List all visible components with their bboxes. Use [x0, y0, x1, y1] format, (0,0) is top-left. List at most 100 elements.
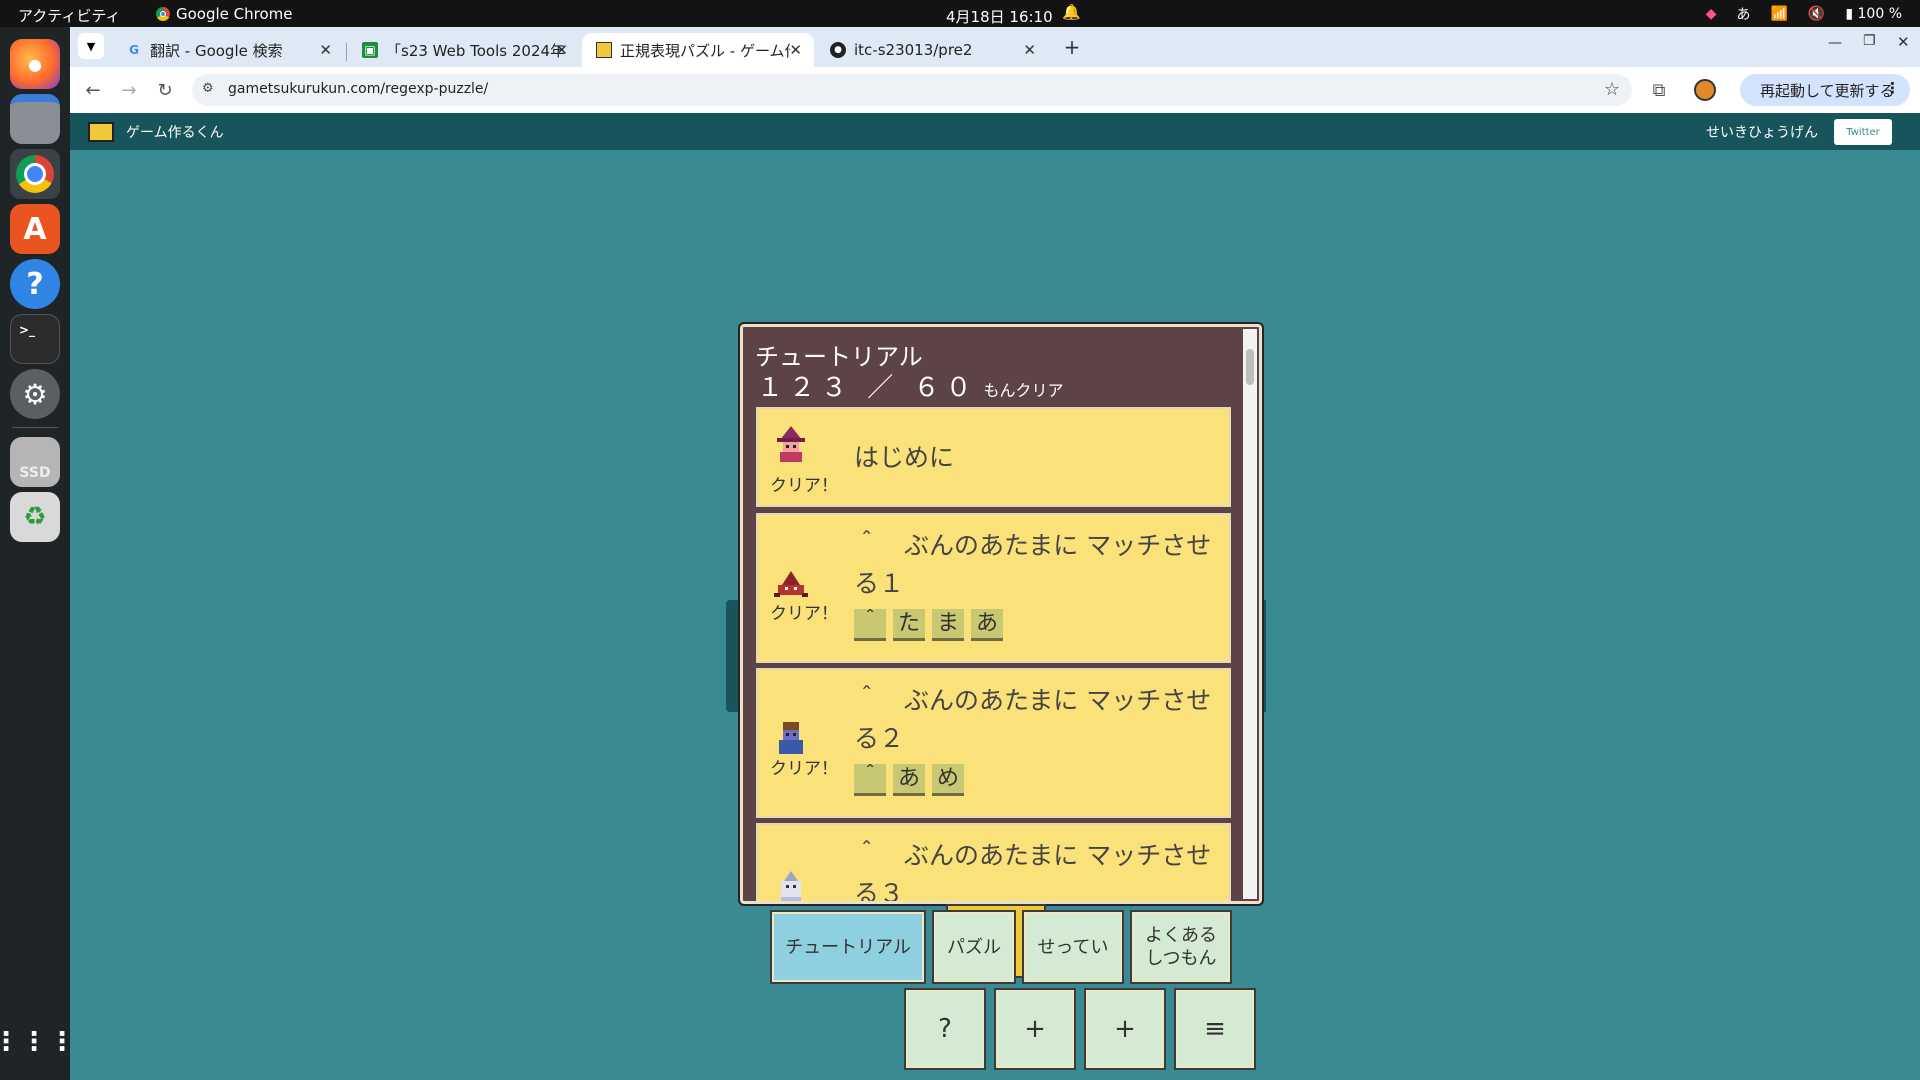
tab-faq[interactable]: よくある しつもん [1130, 910, 1232, 984]
char-chip: ＾ [854, 609, 886, 641]
game-icon [596, 42, 612, 58]
reload-icon: ↻ [157, 79, 173, 101]
site-logo[interactable] [88, 122, 114, 142]
plus-icon: + [1063, 35, 1081, 59]
tab-web-tools[interactable]: ▣ 「s23 Web Tools 2024年 ✕ [348, 33, 580, 67]
forward-button[interactable]: → [118, 79, 140, 101]
example-chips: ＾ たまあ [854, 609, 1010, 641]
lesson-item[interactable]: クリア！ ＾ ぶんのあたまに マッチさせる２ ＾ あめ [756, 668, 1231, 818]
clear-status: クリア！ [770, 759, 838, 779]
lesson-title: ＾ ぶんのあたまに マッチさせる１ [854, 531, 1212, 598]
more-menu-icon[interactable]: ⋮ [1885, 79, 1900, 97]
dock-separator [12, 427, 58, 428]
panel-scrollbar[interactable] [1243, 329, 1257, 899]
profile-avatar[interactable] [1694, 79, 1716, 101]
wifi-icon[interactable]: 📶 [1770, 6, 1787, 22]
battery-percent: 100 % [1857, 6, 1902, 22]
tab-title: itc-s23013/pre2 [854, 41, 973, 59]
minimize-icon: — [1828, 35, 1842, 51]
classroom-icon: ▣ [362, 42, 378, 58]
char-chip: た [893, 609, 925, 641]
back-button[interactable]: ← [82, 79, 104, 101]
tab-tutorial[interactable]: チュートリアル [770, 910, 926, 984]
color-picker-icon[interactable]: ◆ [1706, 6, 1717, 22]
extensions-button[interactable]: ⧉ [1648, 79, 1670, 101]
zoom-in-button[interactable]: + [994, 988, 1076, 1070]
ghost-character-icon [772, 867, 810, 901]
tab-puzzle[interactable]: パズル [932, 910, 1016, 984]
close-icon[interactable]: ✕ [789, 41, 802, 59]
example-chips: ＾ あめ [854, 764, 971, 796]
google-icon: G [129, 43, 139, 57]
panel-right-edge [1262, 600, 1266, 712]
clock[interactable]: 4月18日 16:10 [946, 6, 1053, 27]
firefox-icon[interactable]: ● [10, 39, 60, 89]
active-app-indicator[interactable]: Google Chrome [156, 5, 293, 23]
site-name-link[interactable]: ゲーム作るくん [126, 122, 224, 142]
browser-toolbar: ← → ↻ ⚙ gametsukurukun.com/regexp-puzzle… [70, 67, 1920, 113]
system-top-bar: アクティビティ Google Chrome 4月18日 16:10 🔔 ◆ あ … [0, 0, 1920, 27]
lesson-item[interactable]: クリア！ はじめに [756, 407, 1231, 507]
chrome-icon[interactable] [10, 149, 60, 199]
site-info-icon[interactable]: ⚙ [202, 81, 214, 96]
reload-button[interactable]: ↻ [154, 79, 176, 101]
tab-google-translate[interactable]: G 翻訳 - Google 検索 ✕ [112, 33, 344, 67]
lesson-item[interactable]: ＾ ぶんのあたまに マッチさせる３ [756, 823, 1231, 904]
url-text: gametsukurukun.com/regexp-puzzle/ [228, 81, 489, 97]
scrollbar-thumb[interactable] [1246, 349, 1254, 385]
clear-status: クリア！ [770, 604, 838, 624]
new-tab-button[interactable]: + [1060, 35, 1084, 59]
relaunch-update-button[interactable]: 再起動して更新する ⋮ [1740, 74, 1910, 106]
tab-label: よくある しつもん [1145, 925, 1217, 969]
back-arrow-icon: ← [85, 79, 101, 101]
lesson-title: はじめに [854, 443, 955, 472]
char-chip: あ [893, 764, 925, 796]
help-icon[interactable]: ? [10, 259, 60, 309]
tab-title: 正規表現パズル - ゲーム作 [620, 41, 790, 60]
lesson-item[interactable]: クリア！ ＾ ぶんのあたまに マッチさせる１ ＾ たまあ [756, 513, 1231, 663]
settings-icon[interactable]: ⚙ [10, 369, 60, 419]
tutorial-panel: チュートリアル １２３ ／ ６０ もんクリア クリア！ はじめに クリア！ ＾ … [738, 322, 1264, 906]
activities-button[interactable]: アクティビティ [18, 5, 120, 26]
close-window-button[interactable]: ✕ [1897, 33, 1910, 51]
terminal-icon[interactable]: >_ [10, 314, 60, 364]
crab-character-icon [772, 563, 810, 601]
app-grid-icon[interactable]: ⋮⋮⋮ [0, 1017, 75, 1067]
dock: ● A ? >_ ⚙ SSD ♻ ⋮⋮⋮ [0, 27, 75, 1080]
app-center-icon[interactable]: A [10, 204, 60, 254]
active-app-name: Google Chrome [176, 5, 293, 23]
menu-button[interactable]: ≡ [1174, 988, 1256, 1070]
twitter-share-button[interactable]: Twitter [1834, 119, 1892, 145]
clear-status: クリア！ [770, 476, 838, 496]
bookmark-star-icon[interactable]: ☆ [1604, 79, 1620, 100]
address-bar[interactable]: ⚙ gametsukurukun.com/regexp-puzzle/ ☆ [192, 74, 1632, 106]
ssd-label: SSD [19, 465, 51, 481]
question-icon: ? [938, 1014, 952, 1044]
tab-search-button[interactable]: ▼ [78, 33, 104, 59]
witch-character-icon [772, 424, 810, 462]
lesson-title: ＾ ぶんのあたまに マッチさせる３ [854, 841, 1212, 904]
trash-icon[interactable]: ♻ [10, 492, 60, 542]
close-icon[interactable]: ✕ [319, 41, 332, 59]
lesson-title: ＾ ぶんのあたまに マッチさせる２ [854, 686, 1212, 753]
tab-regexp-puzzle[interactable]: 正規表現パズル - ゲーム作 ✕ [582, 33, 814, 67]
add-button[interactable]: + [1084, 988, 1166, 1070]
ssd-drive-icon[interactable]: SSD [10, 437, 60, 487]
close-icon[interactable]: ✕ [555, 41, 568, 59]
battery-indicator[interactable]: ▮ 100 % [1845, 6, 1902, 22]
villager-character-icon [772, 718, 810, 756]
github-icon: ● [830, 42, 846, 58]
site-header: ゲーム作るくん せいきひょうげん Twitter [70, 113, 1920, 150]
chevron-down-icon: ▼ [86, 39, 96, 53]
volume-icon[interactable]: 🔇 [1808, 6, 1825, 22]
input-method-indicator[interactable]: あ [1736, 4, 1750, 24]
minimize-button[interactable]: — [1828, 35, 1842, 51]
help-button[interactable]: ? [904, 988, 986, 1070]
tab-settings[interactable]: せってい [1022, 910, 1124, 984]
files-icon[interactable] [10, 94, 60, 144]
close-icon: ✕ [1897, 33, 1910, 51]
mode-label[interactable]: せいきひょうげん [1706, 122, 1818, 142]
close-icon[interactable]: ✕ [1023, 41, 1036, 59]
restore-button[interactable]: ❐ [1863, 33, 1876, 49]
tab-github[interactable]: ● itc-s23013/pre2 ✕ [816, 33, 1048, 67]
